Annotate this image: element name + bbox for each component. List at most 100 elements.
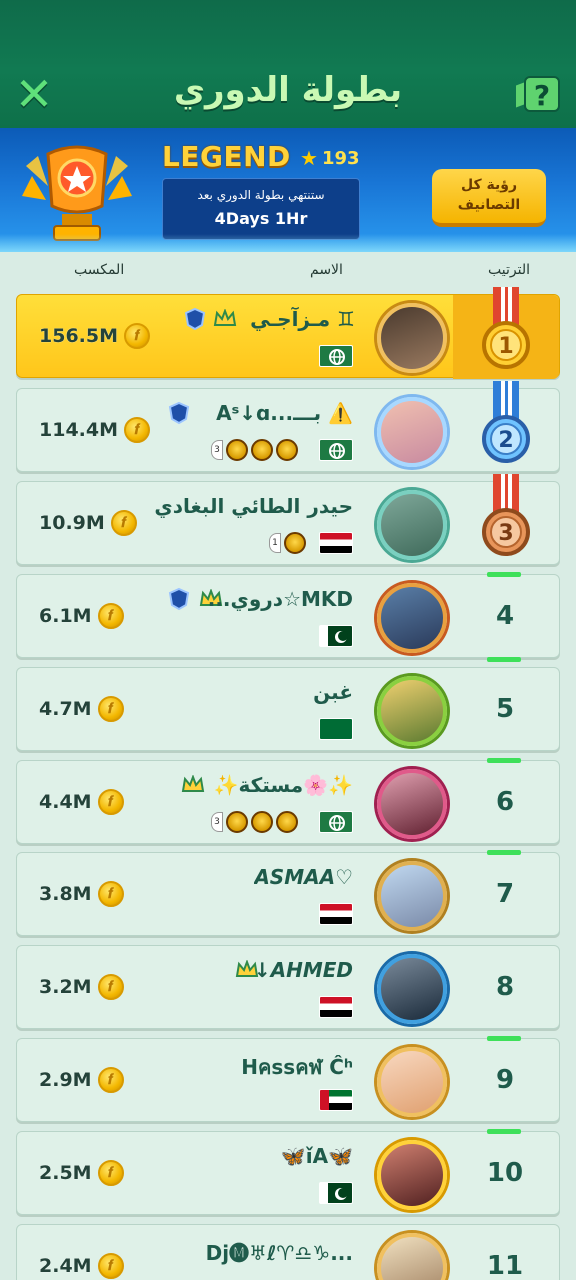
leaderboard-row-8[interactable]: 8 ↓AHMED 3.2M 𝒇 [16,945,560,1029]
flag-pakistan-icon [319,1182,353,1204]
earnings-value: 2.5M [39,1162,92,1184]
leaderboard-row-9[interactable]: 9 Hคssคฬ Ĉʰ 2.9M 𝒇 [16,1036,560,1122]
leaderboard-row-6[interactable]: 6 ✨مستكة🌸✨ 3 4.4M 𝒇 [16,758,560,844]
flag-world-icon [319,345,353,367]
star-count-value: 193 [321,147,360,169]
player-name: ASMAA♡ [254,865,353,889]
column-name: الاسم [310,262,343,278]
help-button[interactable]: ? [524,76,560,112]
trophy-badge-icon [251,811,273,833]
earnings-value: 4.7M [39,698,92,720]
league-end-timer: ستنتهي بطولة الدوري بعد 4Days 1Hr [162,178,360,240]
silver-medal-icon: 2 [482,381,530,463]
avatar[interactable] [377,769,447,839]
player-name: حيدر الطائي البغادي [154,494,353,518]
coin-icon: 𝒇 [97,696,124,722]
view-all-label-1: رؤية كل [460,177,518,193]
rank-indicator [487,1036,521,1041]
earnings: 2.4M 𝒇 [39,1253,124,1279]
earnings: 3.8M 𝒇 [39,881,124,907]
league-tier: LEGEND [162,140,291,173]
rank-number: 6 [495,787,515,817]
coin-icon: 𝒇 [97,974,124,1000]
leaderboard-row-1[interactable]: 1 مـزآجـي ♊ 156.5M 𝒇 [16,287,560,379]
earnings: 156.5M 𝒇 [39,323,151,349]
avatar[interactable] [377,303,447,373]
coin-icon: 𝒇 [97,1160,124,1186]
flag-egypt-icon [319,903,353,925]
earnings: 4.4M 𝒇 [39,789,124,815]
earnings-value: 114.4M [39,419,119,441]
avatar[interactable] [377,1233,447,1280]
rank-indicator [487,1129,521,1134]
avatar[interactable] [377,583,447,653]
earnings-value: 3.8M [39,883,92,905]
earnings-value: 3.2M [39,976,92,998]
flag-pakistan-icon [319,625,353,647]
coin-icon: 𝒇 [124,417,151,443]
column-rank: الترتيب [488,262,530,278]
leaderboard-row-4[interactable]: 4 ...دروي☆MKD 6.1M 𝒇 [16,572,560,662]
avatar[interactable] [377,1047,447,1117]
avatar[interactable] [377,490,447,560]
player-name: 🦋ǐA🦋 [280,1144,353,1168]
rank-number: 9 [495,1065,515,1095]
earnings-value: 10.9M [39,512,105,534]
top-bar: ✕ بطولة الدوري ? [0,0,576,128]
player-name: مـزآجـي ♊ [250,307,355,331]
svg-text:1: 1 [498,334,513,359]
rank-number: 8 [495,972,515,1002]
badge-list: 3 [211,439,298,461]
star-icon: ★ [300,146,318,170]
badge-list: 3 [211,811,298,833]
leaderboard-row-7[interactable]: 7 ASMAA♡ 3.8M 𝒇 [16,850,560,936]
coin-icon: 𝒇 [124,323,151,349]
flag-iraq-icon [319,532,353,554]
flag-saudi-icon [319,718,353,740]
avatar[interactable] [377,676,447,746]
coin-icon: 𝒇 [97,603,124,629]
svg-text:2: 2 [498,428,513,453]
badge-count: 3 [211,440,223,460]
leaderboard-row-5[interactable]: 5 غبن 4.7M 𝒇 [16,667,560,751]
shield-icon [168,401,190,425]
svg-text:3: 3 [498,521,513,546]
view-all-rankings-button[interactable]: رؤية كل التصانيف [432,169,546,227]
rank-number: 5 [495,694,515,724]
leaderboard-row-10[interactable]: 10 🦋ǐA🦋 2.5M 𝒇 [16,1129,560,1215]
rank-number: 11 [486,1251,524,1280]
earnings: 114.4M 𝒇 [39,417,151,443]
trophy-icon [22,145,132,241]
avatar[interactable] [377,1140,447,1210]
avatar[interactable] [377,397,447,467]
avatar[interactable] [377,861,447,931]
flag-world-icon [319,439,353,461]
rank-number: 10 [486,1158,524,1188]
trophy-badge-icon [276,811,298,833]
coin-icon: 𝒇 [97,881,124,907]
crown-icon [181,775,205,792]
trophy-badge-icon [276,439,298,461]
leaderboard-row-2[interactable]: 2 Aˢ↓ɑ...بـــ ⚠️ 3 114.4M 𝒇 [16,381,560,472]
earnings: 2.5M 𝒇 [39,1160,124,1186]
leaderboard-row-11[interactable]: 11 Dj🅜♅ℓ♈♎♑... 2.4M 𝒇 [16,1224,560,1280]
column-headers: الترتيب الاسم المكسب [0,252,576,292]
flag-iraq-icon [319,996,353,1018]
view-all-label-2: التصانيف [457,197,521,213]
avatar[interactable] [377,954,447,1024]
rank-number: 7 [495,879,515,909]
player-name: غبن [313,680,353,704]
page-title: بطولة الدوري [173,70,403,110]
flag-world-icon [319,811,353,833]
trophy-badge-icon [284,532,306,554]
player-name: Aˢ↓ɑ...بـــ ⚠️ [216,401,353,425]
coin-icon: 𝒇 [97,789,124,815]
trophy-badge-icon [226,811,248,833]
rank-indicator [487,572,521,577]
earnings: 4.7M 𝒇 [39,696,124,722]
coin-icon: 𝒇 [97,1253,124,1279]
earnings-value: 4.4M [39,791,92,813]
leaderboard-row-3[interactable]: 3 حيدر الطائي البغادي 1 10.9M 𝒇 [16,474,560,565]
badge-count: 3 [211,812,223,832]
trophy-badge-icon [251,439,273,461]
